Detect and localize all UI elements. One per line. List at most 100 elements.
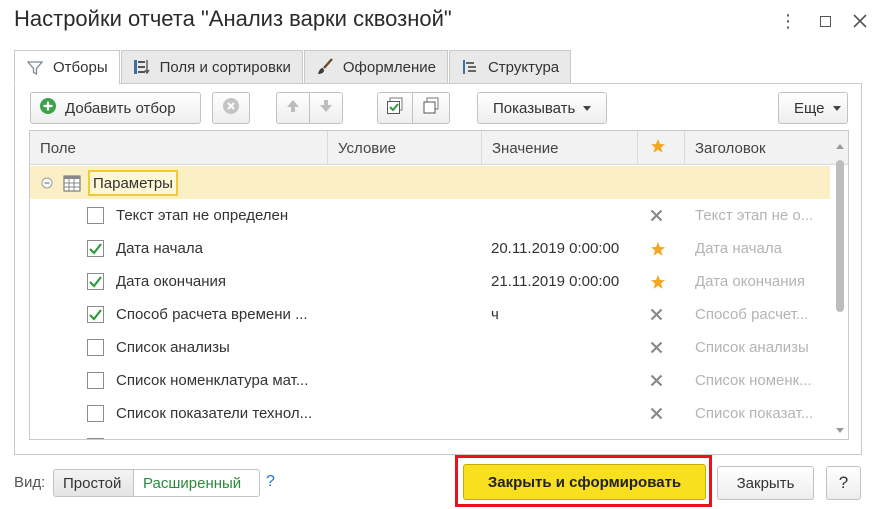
row-checkbox[interactable] (87, 430, 104, 439)
row-title[interactable]: Список параме... (695, 430, 830, 439)
row-title[interactable]: Список анализы (695, 331, 830, 364)
more-options-icon[interactable]: ⋮ (775, 8, 801, 34)
cross-icon[interactable] (650, 397, 663, 430)
show-dropdown-button[interactable]: Показывать (477, 92, 607, 124)
cross-icon[interactable] (650, 430, 663, 439)
row-checkbox[interactable] (87, 364, 104, 397)
row-checkbox[interactable] (87, 199, 104, 232)
cross-icon[interactable] (650, 199, 663, 232)
row-value[interactable]: 20.11.2019 0:00:00 (491, 232, 641, 265)
uncheck-all-button[interactable] (412, 92, 450, 124)
close-icon[interactable] (847, 8, 872, 34)
star-icon (650, 138, 666, 158)
tab-filters-label: Отборы (53, 59, 108, 76)
table-row[interactable]: Список анализы Список анализы (30, 331, 830, 364)
row-value[interactable] (491, 397, 641, 430)
star-icon[interactable] (650, 232, 666, 265)
table-row[interactable]: Дата окончания 21.11.2019 0:00:00 Дата око… (30, 265, 830, 298)
more-button[interactable]: Еще (778, 92, 848, 124)
row-field-name: Способ расчета времени ... (116, 306, 308, 323)
star-icon[interactable] (650, 265, 666, 298)
move-up-button[interactable] (276, 92, 310, 124)
row-value[interactable]: 21.11.2019 0:00:00 (491, 265, 641, 298)
maximize-icon[interactable] (812, 8, 838, 34)
help-button[interactable]: ? (826, 466, 861, 500)
tab-appearance[interactable]: Оформление (303, 50, 448, 84)
tab-structure-label: Структура (487, 58, 560, 76)
add-filter-button[interactable]: Добавить отбор (30, 92, 201, 124)
cross-icon[interactable] (650, 364, 663, 397)
group-label: Параметры (88, 169, 178, 196)
table-row[interactable]: Способ расчета времени ... ч Способ расчет… (30, 298, 830, 331)
sort-fields-icon (132, 57, 152, 77)
row-title[interactable]: Дата окончания (695, 265, 830, 298)
tab-structure[interactable]: Структура (448, 50, 572, 84)
plus-circle-icon (39, 97, 57, 119)
row-field-name: Список параметр среды (116, 430, 331, 439)
table-row[interactable]: Дата начала 20.11.2019 0:00:00 Дата начала (30, 232, 830, 265)
row-value[interactable] (491, 364, 641, 397)
add-filter-label: Добавить отбор (65, 99, 176, 117)
row-value[interactable] (491, 430, 641, 439)
filter-icon (25, 58, 45, 78)
vertical-scrollbar[interactable] (832, 134, 848, 440)
move-down-button[interactable] (309, 92, 343, 124)
row-checkbox[interactable] (87, 331, 104, 364)
row-field-name: Список номенклатура мат... (116, 372, 309, 389)
delete-button[interactable] (212, 92, 250, 124)
header-condition[interactable]: Условие (328, 131, 482, 165)
row-title[interactable]: Текст этап не о... (695, 199, 830, 232)
cross-icon[interactable] (650, 298, 663, 331)
row-value[interactable]: ч (491, 298, 641, 331)
row-title[interactable]: Дата начала (695, 232, 830, 265)
row-title[interactable]: Список показат... (695, 397, 830, 430)
row-checkbox[interactable] (87, 265, 104, 298)
tab-appearance-label: Оформление (342, 58, 436, 76)
check-all-button[interactable] (377, 92, 413, 124)
header-star[interactable] (638, 131, 685, 165)
table-row[interactable]: Список показатели технол... Список показа… (30, 397, 830, 430)
row-title[interactable]: Способ расчет... (695, 298, 830, 331)
tab-fields-sorting-label: Поля и сортировки (159, 58, 291, 76)
tab-fields-sorting[interactable]: Поля и сортировки (120, 50, 303, 84)
arrow-up-icon (285, 98, 301, 118)
scroll-thumb[interactable] (836, 160, 844, 312)
chevron-down-icon (832, 105, 841, 111)
delete-circle-icon (222, 97, 240, 119)
group-row-parameters[interactable]: Параметры (30, 166, 830, 199)
view-extended-button[interactable]: Расширенный (133, 469, 260, 497)
collapse-icon[interactable] (41, 166, 53, 199)
row-field-name: Дата окончания (116, 273, 227, 290)
cross-icon[interactable] (650, 331, 663, 364)
header-field[interactable]: Поле (30, 131, 328, 165)
scroll-down-icon[interactable] (836, 428, 844, 433)
row-checkbox[interactable] (87, 232, 104, 265)
parameters-group-icon (62, 166, 82, 199)
table-row[interactable]: Текст этап не определен Текст этап не о..… (30, 199, 830, 232)
row-field-name: Список показатели технол... (116, 405, 313, 422)
row-checkbox[interactable] (87, 397, 104, 430)
structure-icon (460, 57, 480, 77)
close-and-generate-button[interactable]: Закрыть и сформировать (463, 464, 706, 500)
row-title[interactable]: Список номенк... (695, 364, 830, 397)
header-title[interactable]: Заголовок (685, 131, 848, 165)
header-value[interactable]: Значение (482, 131, 638, 165)
view-help-link[interactable]: ? (266, 473, 275, 491)
more-label: Еще (794, 99, 825, 117)
table-row[interactable]: Список номенклатура мат... Список номенк.… (30, 364, 830, 397)
scroll-up-icon[interactable] (836, 144, 844, 149)
row-value[interactable] (491, 199, 641, 232)
table-header: Поле Условие Значение Заголовок (30, 131, 848, 165)
table-row[interactable]: Список параметр среды Список параме... (30, 430, 830, 439)
brush-icon (315, 57, 335, 77)
tab-filters[interactable]: Отборы (14, 50, 120, 85)
window-title: Настройки отчета "Анализ варки сквозной" (14, 6, 452, 31)
row-checkbox[interactable] (87, 298, 104, 331)
row-value[interactable] (491, 331, 641, 364)
close-button[interactable]: Закрыть (717, 466, 814, 500)
row-field-name: Текст этап не определен (116, 207, 289, 224)
show-label: Показывать (493, 99, 576, 117)
filters-table: Поле Условие Значение Заголовок Параметр… (29, 130, 849, 440)
view-simple-button[interactable]: Простой (53, 469, 134, 497)
row-field-name: Дата начала (116, 240, 203, 257)
